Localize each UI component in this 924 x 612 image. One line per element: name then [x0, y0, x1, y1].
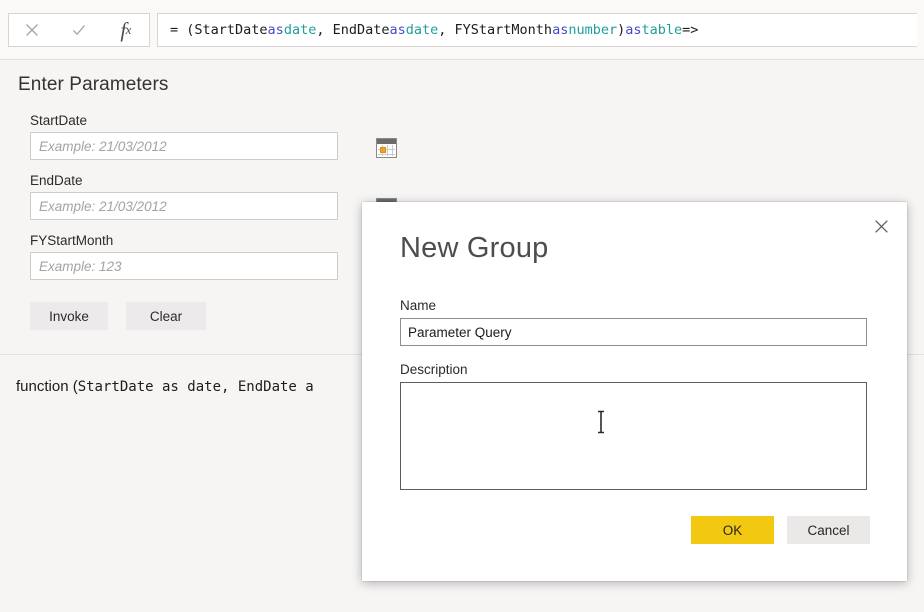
name-input[interactable]: [400, 318, 867, 346]
startdate-input[interactable]: Example: 21/03/2012: [30, 132, 338, 160]
fx-icon[interactable]: fx: [106, 14, 146, 46]
param-field-startdate: StartDate Example: 21/03/2012: [30, 113, 397, 160]
function-signature-params: StartDate as date, EndDate a: [77, 379, 314, 395]
function-signature-text: function (StartDate as date, EndDate a: [16, 378, 314, 395]
enddate-placeholder: Example: 21/03/2012: [39, 198, 167, 214]
checkmark-icon[interactable]: [59, 14, 99, 46]
fystartmonth-placeholder: Example: 123: [39, 258, 122, 274]
clear-button[interactable]: Clear: [126, 302, 206, 330]
page-title: Enter Parameters: [18, 74, 169, 95]
name-field-label: Name: [400, 298, 437, 313]
startdate-placeholder: Example: 21/03/2012: [39, 138, 167, 154]
close-icon[interactable]: [12, 14, 52, 46]
formula-input[interactable]: = (StartDate as date, EndDate as date, F…: [157, 13, 917, 47]
function-signature-prefix: function (: [16, 378, 78, 395]
enddate-input[interactable]: Example: 21/03/2012: [30, 192, 338, 220]
dialog-title: New Group: [400, 232, 549, 264]
param-label-fystartmonth: FYStartMonth: [30, 233, 114, 248]
calendar-icon: [376, 138, 397, 158]
description-field-label: Description: [400, 362, 468, 377]
param-label-startdate: StartDate: [30, 113, 88, 128]
ok-button[interactable]: OK: [691, 516, 774, 544]
cancel-button[interactable]: Cancel: [787, 516, 870, 544]
calendar-picker-startdate-button[interactable]: [376, 138, 398, 159]
param-label-enddate: EndDate: [30, 173, 83, 188]
param-field-fystartmonth: FYStartMonth Example: 123: [30, 233, 338, 280]
param-field-enddate: EndDate Example: 21/03/2012: [30, 173, 397, 220]
new-group-dialog: New Group Name Description OK Cancel: [362, 202, 907, 581]
invoke-button[interactable]: Invoke: [30, 302, 108, 330]
close-icon[interactable]: [863, 210, 899, 242]
formula-bar: fx = (StartDate as date, EndDate as date…: [0, 0, 924, 60]
description-input[interactable]: [400, 382, 867, 490]
fystartmonth-input[interactable]: Example: 123: [30, 252, 338, 280]
formula-bar-icon-group: fx: [8, 13, 150, 47]
